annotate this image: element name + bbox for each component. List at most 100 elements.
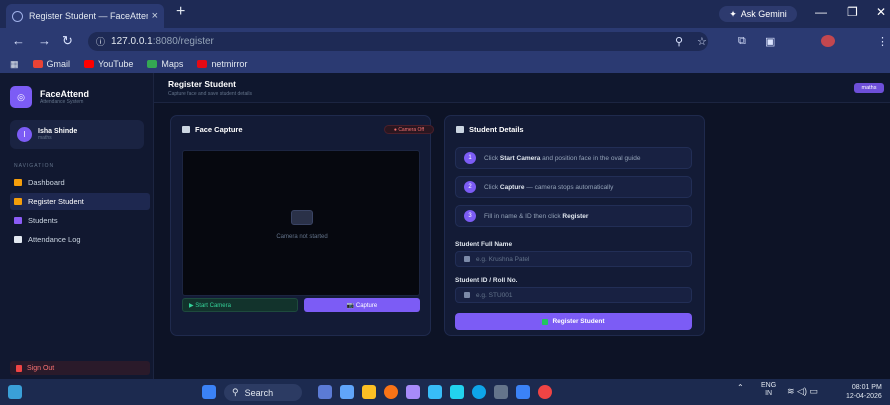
bookmark-gmail[interactable]: Gmail bbox=[32, 59, 70, 69]
users-icon bbox=[14, 217, 22, 224]
video-preview: Camera not started bbox=[182, 150, 420, 296]
sidebar: ◎ FaceAttend Attendance System I Isha Sh… bbox=[0, 73, 154, 379]
name-label: Student Full Name bbox=[455, 241, 513, 248]
globe-icon bbox=[12, 10, 23, 22]
user-role: maths bbox=[38, 135, 52, 141]
brand-subtitle: Attendance System bbox=[40, 99, 84, 105]
home-icon bbox=[14, 179, 22, 186]
close-tab-icon[interactable]: × bbox=[152, 10, 158, 22]
app-root: ◎ FaceAttend Attendance System I Isha Sh… bbox=[0, 73, 890, 379]
widgets-icon[interactable] bbox=[8, 385, 22, 399]
forward-icon[interactable]: → bbox=[38, 33, 51, 48]
reload-icon[interactable]: ↻ bbox=[62, 33, 73, 49]
user-card: I Isha Shinde maths bbox=[10, 120, 144, 149]
capture-button[interactable]: 📷 Capture bbox=[304, 298, 420, 312]
profile-avatar[interactable] bbox=[821, 35, 835, 47]
camera-status-badge: ● Camera Off bbox=[384, 125, 434, 134]
step-1: 1 Click Start Camera and position face i… bbox=[455, 147, 692, 169]
camera-icon bbox=[182, 126, 190, 133]
user-name: Isha Shinde bbox=[38, 128, 78, 135]
chrome-icon[interactable] bbox=[538, 385, 552, 399]
role-badge: maths bbox=[854, 83, 884, 93]
bookmark-youtube[interactable]: YouTube bbox=[84, 59, 133, 69]
ask-gemini-button[interactable]: ✦ Ask Gemini bbox=[719, 6, 797, 22]
face-capture-card: Face Capture ● Camera Off Camera not sta… bbox=[170, 115, 434, 336]
youtube-icon bbox=[84, 60, 95, 68]
bookmark-star-icon[interactable]: ☆ bbox=[697, 35, 707, 48]
time: 08:01 PM bbox=[851, 384, 882, 391]
menu-icon[interactable]: ⋮ bbox=[877, 35, 888, 48]
bookmarks-bar: ▦ Gmail YouTube Maps netmirror bbox=[0, 55, 890, 73]
bookmark-maps[interactable]: Maps bbox=[147, 59, 183, 69]
nav-section-label: NAVIGATION bbox=[14, 163, 55, 169]
back-icon[interactable]: ← bbox=[12, 33, 25, 48]
new-tab-button[interactable]: + bbox=[176, 3, 185, 21]
camera-placeholder-icon bbox=[291, 210, 313, 225]
minimize-icon[interactable]: — bbox=[815, 5, 827, 19]
extensions-icon[interactable]: ⧉ bbox=[738, 35, 746, 48]
check-icon bbox=[542, 318, 549, 325]
url-field[interactable]: ⓘ 127.0.0.1:8080/register bbox=[88, 32, 708, 51]
student-name-field[interactable]: e.g. Krushna Patel bbox=[455, 251, 692, 267]
teams-icon[interactable] bbox=[406, 385, 420, 399]
store-icon[interactable] bbox=[450, 385, 464, 399]
register-student-button[interactable]: Register Student bbox=[455, 313, 692, 330]
sidebar-item-register-student[interactable]: Register Student bbox=[10, 193, 150, 210]
brand: ◎ FaceAttend Attendance System bbox=[10, 83, 150, 111]
site-info-icon[interactable]: ⓘ bbox=[96, 35, 105, 48]
gmail-icon bbox=[32, 60, 43, 68]
sidebar-item-attendance-log[interactable]: Attendance Log bbox=[10, 231, 150, 248]
maps-icon bbox=[147, 60, 158, 68]
url-host: 127.0.0.1 bbox=[111, 36, 153, 47]
app-icon[interactable] bbox=[428, 385, 442, 399]
chevron-up-icon[interactable]: ⌃ bbox=[737, 383, 744, 392]
clock[interactable]: 08:01 PM 12-04-2026 bbox=[846, 383, 882, 401]
sign-out-icon bbox=[16, 364, 22, 372]
student-details-title: Student Details bbox=[456, 125, 524, 134]
app-icon[interactable] bbox=[384, 385, 398, 399]
system-tray: ⌃ bbox=[737, 383, 744, 392]
user-plus-icon bbox=[14, 198, 22, 205]
terminal-icon[interactable] bbox=[494, 385, 508, 399]
date: 12-04-2026 bbox=[846, 393, 882, 400]
wifi-volume-battery-icons[interactable]: ≋ ◁) ▭ bbox=[787, 386, 818, 397]
student-id-field[interactable]: e.g. STU001 bbox=[455, 287, 692, 303]
zoom-icon[interactable]: ⚲ bbox=[675, 35, 683, 48]
url-path: :8080/register bbox=[152, 36, 214, 47]
taskbar bbox=[0, 379, 890, 405]
gemini-icon: ✦ bbox=[729, 8, 737, 19]
ask-gemini-label: Ask Gemini bbox=[740, 9, 787, 19]
taskbar-search[interactable]: ⚲ Search bbox=[224, 384, 302, 401]
sidebar-item-students[interactable]: Students bbox=[10, 212, 150, 229]
windows-start-icon[interactable] bbox=[202, 385, 216, 399]
page-subtitle: Capture face and save student details bbox=[168, 91, 252, 97]
logo-icon: ◎ bbox=[10, 86, 32, 108]
language-indicator[interactable]: ENG IN bbox=[761, 382, 776, 398]
student-details-card: Student Details 1 Click Start Camera and… bbox=[444, 115, 705, 336]
netmirror-icon bbox=[197, 60, 208, 68]
apps-grid-icon[interactable]: ▦ bbox=[10, 59, 19, 70]
edge-icon[interactable] bbox=[472, 385, 486, 399]
files-icon[interactable] bbox=[340, 385, 354, 399]
sign-out-button[interactable]: Sign Out bbox=[10, 361, 150, 375]
sidebar-toggle-icon[interactable]: ▣ bbox=[765, 35, 775, 48]
close-window-icon[interactable]: ✕ bbox=[876, 5, 886, 19]
step-2: 2 Click Capture — camera stops automatic… bbox=[455, 176, 692, 198]
avatar: I bbox=[17, 127, 32, 142]
step-3: 3 Fill in name & ID then click Register bbox=[455, 205, 692, 227]
bookmark-netmirror[interactable]: netmirror bbox=[197, 59, 247, 69]
tab-title: Register Student — FaceAttend bbox=[29, 11, 148, 21]
person-icon bbox=[464, 256, 470, 262]
vscode-icon[interactable] bbox=[516, 385, 530, 399]
sidebar-item-dashboard[interactable]: Dashboard bbox=[10, 174, 150, 191]
taskview-icon[interactable] bbox=[318, 385, 332, 399]
camera-placeholder-text: Camera not started bbox=[276, 234, 328, 240]
browser-tab-bar: Register Student — FaceAttend × + ✦ Ask … bbox=[0, 0, 890, 28]
maximize-icon[interactable]: ❐ bbox=[847, 5, 858, 19]
folder-icon[interactable] bbox=[362, 385, 376, 399]
browser-tab[interactable]: Register Student — FaceAttend × bbox=[6, 4, 164, 28]
page-title: Register Student bbox=[168, 79, 237, 89]
id-card-icon bbox=[464, 292, 470, 298]
start-camera-button[interactable]: ▶ Start Camera bbox=[182, 298, 298, 312]
document-icon bbox=[456, 126, 464, 133]
